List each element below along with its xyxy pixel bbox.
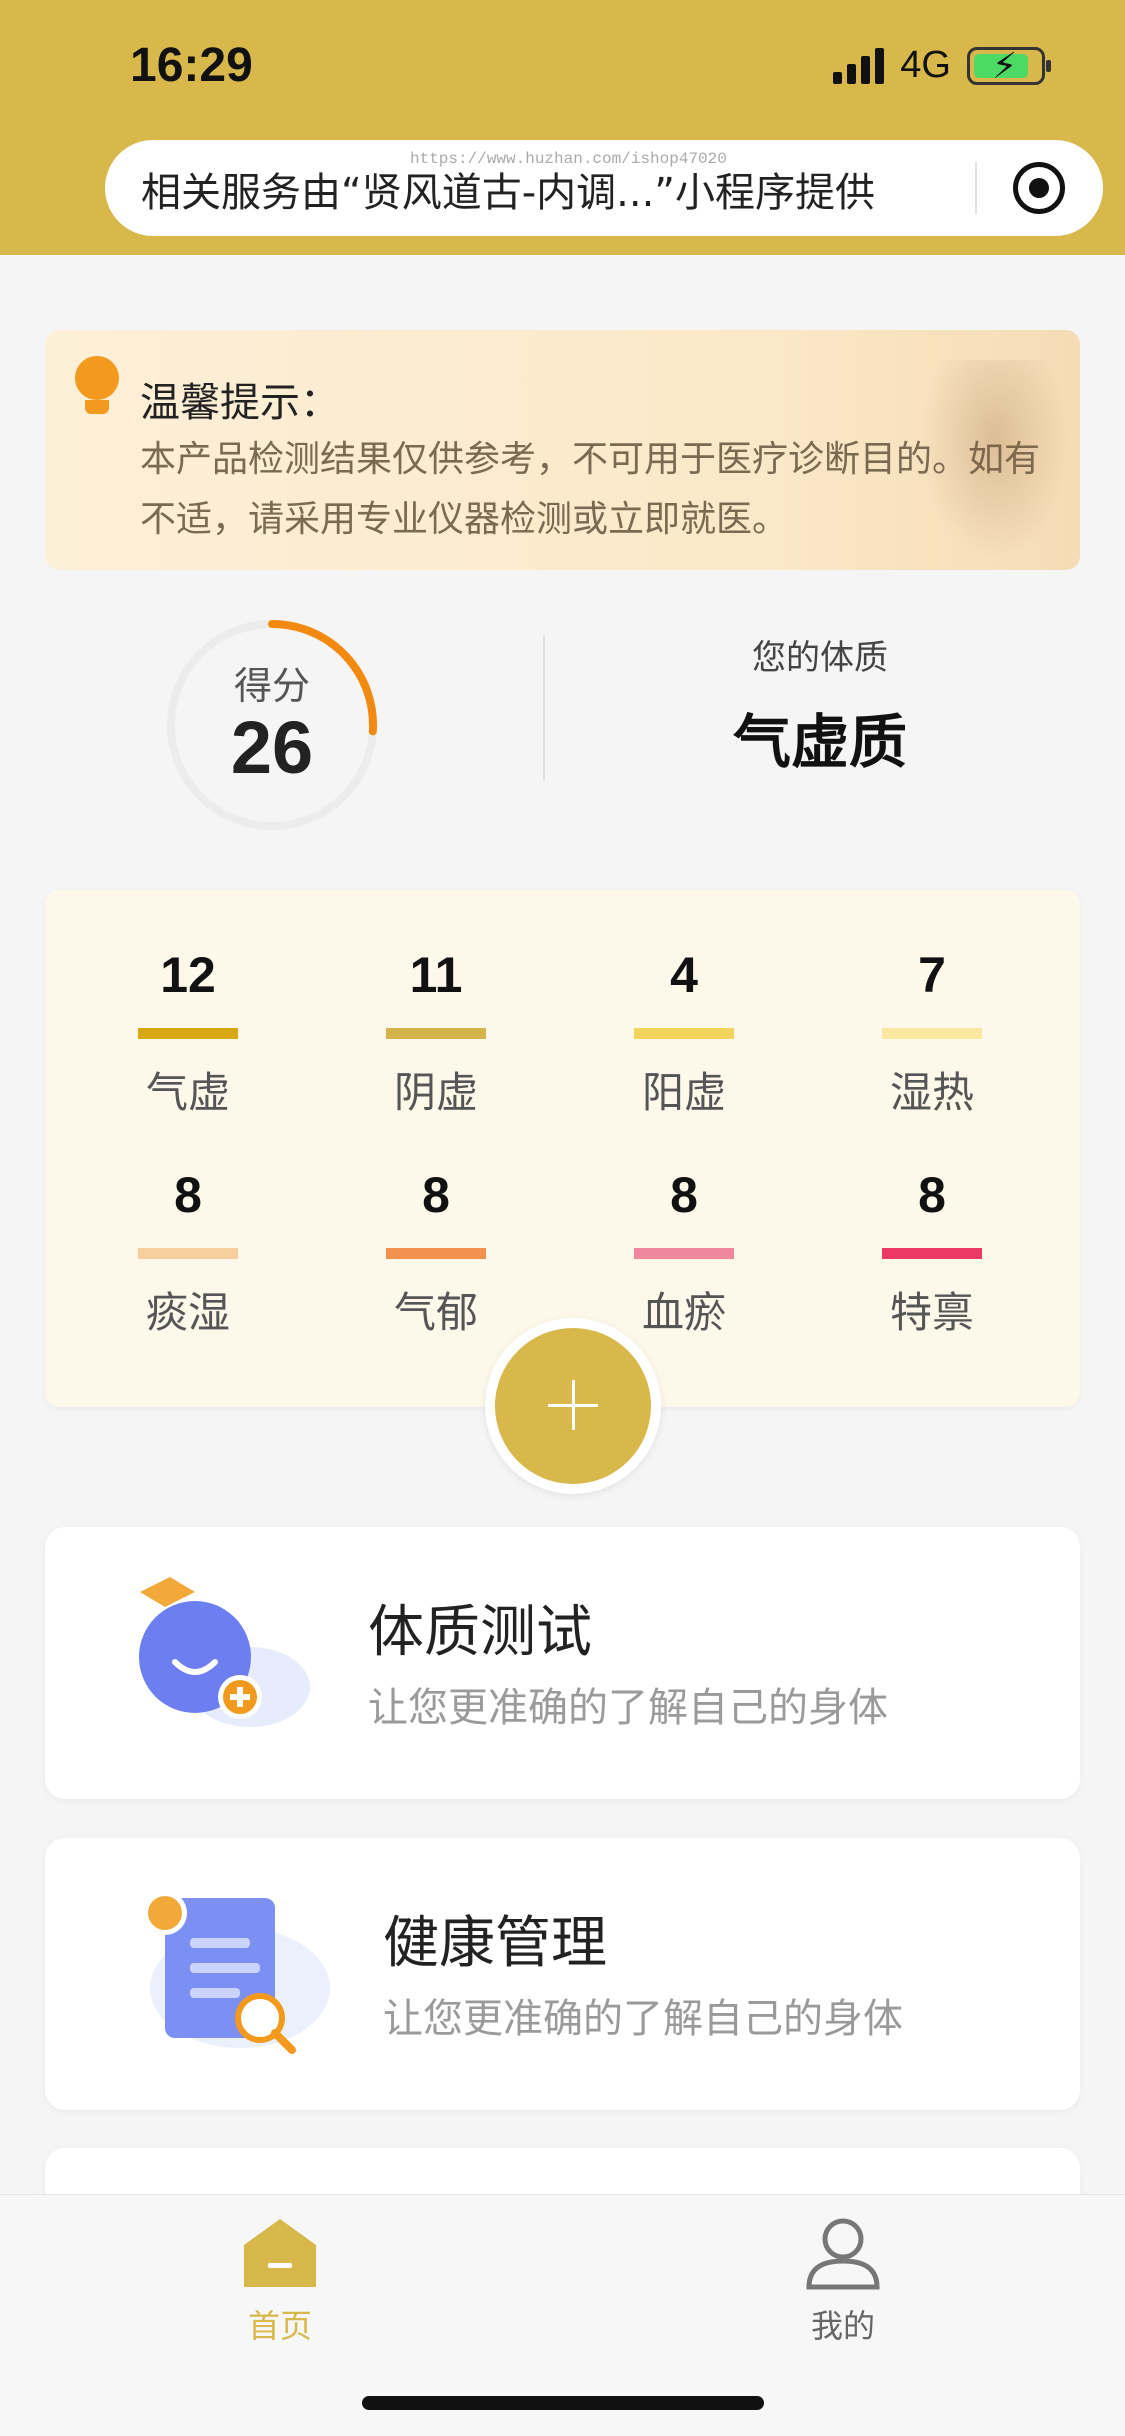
stat-item: 12 气虚 (88, 940, 288, 1120)
battery-icon: ⚡ (967, 46, 1051, 87)
feature-title: 体质测试 (368, 1600, 592, 1665)
stat-bar (634, 1028, 734, 1039)
status-icons: 4G ⚡ (833, 44, 1051, 87)
stat-value: 8 (174, 1167, 202, 1223)
constitution-label: 您的体质 (752, 638, 888, 678)
stat-label: 气郁 (393, 1288, 478, 1337)
stat-value: 8 (670, 1167, 698, 1223)
stat-bar (138, 1248, 238, 1259)
plus-icon (495, 1328, 651, 1484)
stat-label: 痰湿 (145, 1288, 230, 1337)
divider (975, 162, 977, 214)
signal-icon (833, 47, 885, 84)
tip-title: 温馨提示： (140, 380, 340, 426)
stat-item: 4 阳虚 (584, 940, 784, 1120)
stat-bar (882, 1248, 982, 1259)
stat-value: 12 (160, 947, 216, 1003)
user-icon (806, 2218, 880, 2290)
stat-value: 7 (918, 947, 946, 1003)
stat-label: 特禀 (889, 1288, 974, 1337)
health-management-card[interactable]: 健康管理 让您更准确的了解自己的身体 (45, 1838, 1080, 2110)
stat-item: 11 阴虚 (336, 940, 536, 1120)
stat-item: 8 痰湿 (88, 1160, 288, 1340)
add-button[interactable] (485, 1318, 661, 1494)
stat-bar (386, 1248, 486, 1259)
stat-bar (882, 1028, 982, 1039)
tab-home[interactable]: 首页 (180, 2215, 380, 2347)
stat-label: 阴虚 (393, 1068, 478, 1117)
feature-subtitle: 让您更准确的了解自己的身体 (383, 1996, 903, 2042)
stat-bar (634, 1248, 734, 1259)
feature-title: 健康管理 (383, 1911, 607, 1976)
tip-card: 温馨提示： 本产品检测结果仅供参考，不可用于医疗诊断目的。如有不适，请采用专业仪… (45, 330, 1080, 570)
decorative-figure-image (920, 360, 1070, 560)
stat-label: 阳虚 (641, 1068, 726, 1117)
status-time: 16:29 (130, 39, 253, 92)
watermark: https://www.huzhan.com/ishop47020 (410, 150, 727, 168)
stat-label: 湿热 (889, 1068, 974, 1117)
network-label: 4G (900, 44, 951, 86)
header: 16:29 4G ⚡ 相关服务由“贤风道古-内调...”小程序提供 https:… (0, 0, 1125, 255)
tab-mine-label: 我的 (810, 2307, 875, 2345)
stat-label: 气虚 (145, 1068, 230, 1117)
stat-bar (386, 1028, 486, 1039)
score-value: 26 (230, 706, 314, 789)
score-label: 得分 (233, 664, 310, 708)
divider (543, 635, 545, 780)
stat-value: 8 (918, 1167, 946, 1223)
lightbulb-icon (75, 356, 119, 414)
stat-value: 8 (422, 1167, 450, 1223)
service-notice-text: 相关服务由“贤风道古-内调...”小程序提供 (141, 170, 876, 216)
stat-bar (138, 1028, 238, 1039)
constitution-test-card[interactable]: 体质测试 让您更准确的了解自己的身体 (45, 1527, 1080, 1799)
tab-mine[interactable]: 我的 (743, 2215, 943, 2347)
stat-value: 11 (409, 947, 463, 1003)
home-icon (244, 2219, 316, 2287)
stat-item: 8 气郁 (336, 1160, 536, 1340)
tab-home-label: 首页 (247, 2307, 312, 2345)
feature-subtitle: 让您更准确的了解自己的身体 (368, 1685, 888, 1731)
stat-value: 4 (670, 947, 698, 1003)
constitution-value: 气虚质 (732, 708, 907, 776)
chat-bot-icon (139, 1577, 310, 1727)
stat-item: 7 湿热 (832, 940, 1032, 1120)
stat-item: 8 血瘀 (584, 1160, 784, 1340)
document-search-icon (143, 1891, 330, 2054)
target-icon[interactable] (1013, 162, 1065, 214)
home-indicator (362, 2396, 764, 2410)
stat-item: 8 特禀 (832, 1160, 1032, 1340)
